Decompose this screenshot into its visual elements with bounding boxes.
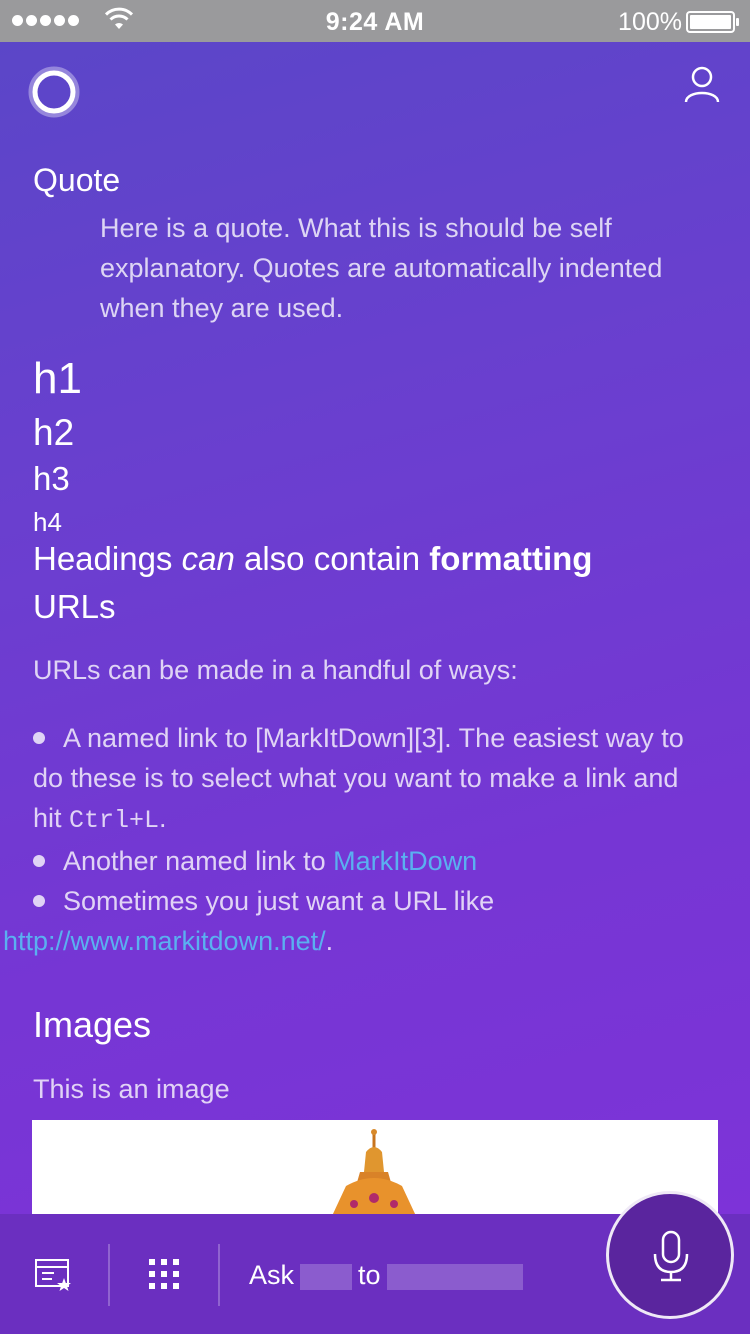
bullet-icon — [33, 855, 45, 867]
heading-formatting: Headings can also contain formatting — [33, 540, 592, 578]
heading-h4: h4 — [33, 507, 62, 537]
cortana-panel: Quote Here is a quote. What this is shou… — [0, 42, 750, 1214]
heading-h3: h3 — [33, 460, 70, 497]
list-item: A named link to [MarkItDown][3]. The eas… — [33, 718, 713, 841]
list-item-text: Sometimes you just want a URL like — [63, 886, 495, 916]
battery-icon — [686, 11, 739, 33]
divider — [218, 1244, 220, 1306]
heading-h1: h1 — [33, 354, 82, 403]
list-item-text: Another named link to — [63, 846, 334, 876]
redacted-text — [386, 1263, 523, 1290]
heading-text: Headings — [33, 540, 182, 577]
url-list: A named link to [MarkItDown][3]. The eas… — [3, 718, 713, 961]
microphone-button[interactable] — [606, 1191, 734, 1319]
bullet-icon — [33, 895, 45, 907]
heading-italic: can — [181, 540, 235, 577]
list-item-punct: . — [325, 926, 334, 956]
ask-label: Ask — [249, 1260, 295, 1290]
heading-urls: URLs — [33, 588, 116, 625]
apps-grid-icon[interactable] — [148, 1258, 180, 1290]
cortana-icon[interactable] — [28, 66, 80, 118]
microphone-icon — [653, 1230, 689, 1282]
bullet-icon — [33, 732, 45, 744]
heading-bold: formatting — [429, 540, 593, 577]
markitdown-link[interactable]: MarkItDown — [333, 846, 477, 876]
heading-images: Images — [33, 1004, 152, 1045]
to-label: to — [358, 1260, 381, 1290]
profile-icon[interactable] — [682, 64, 722, 104]
list-item-punct: . — [159, 803, 167, 833]
list-item: Another named link to MarkItDown — [33, 841, 713, 881]
blockquote: Here is a quote. What this is should be … — [100, 213, 663, 323]
image-caption: This is an image — [33, 1074, 230, 1104]
ask-input[interactable]: Ask to — [249, 1260, 523, 1291]
content-image — [32, 1120, 718, 1214]
battery-percent: 100% — [618, 8, 682, 36]
notebook-icon[interactable] — [34, 1258, 74, 1292]
heading-h2: h2 — [33, 412, 75, 453]
pagoda-image — [332, 1129, 416, 1214]
inline-code: Ctrl+L — [69, 806, 160, 835]
divider — [108, 1244, 110, 1306]
status-bar: 9:24 AM 100% — [0, 0, 750, 42]
quote-heading: Quote — [33, 162, 121, 198]
heading-text-middle: also contain — [234, 540, 430, 577]
urls-paragraph: URLs can be made in a handful of ways: — [33, 655, 518, 685]
redacted-name — [300, 1263, 353, 1290]
list-item: Sometimes you just want a URL like http:/… — [3, 881, 713, 961]
url-link[interactable]: http://www.markitdown.net/ — [3, 926, 326, 956]
